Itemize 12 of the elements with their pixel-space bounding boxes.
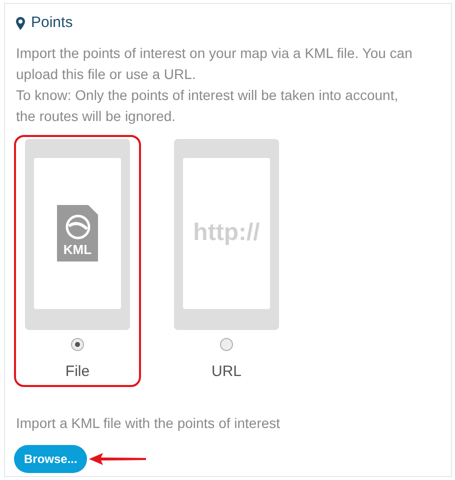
radio-button[interactable] xyxy=(71,338,84,350)
option-label: File xyxy=(65,362,90,382)
option-card[interactable]: KML File xyxy=(14,134,141,386)
panel-title: Points xyxy=(31,13,73,33)
kml-file-icon: KML xyxy=(57,204,98,262)
description-text: To know: Only the points of interest will be taken into account, the routes will be ignored. xyxy=(16,86,400,126)
option-label: URL xyxy=(211,362,242,382)
upload-hint: Import a KML file with the points of interest xyxy=(16,414,282,433)
radio-button[interactable] xyxy=(220,338,233,350)
map-pin-icon xyxy=(16,16,25,30)
description-text: Import the points of interest on your map via a KML file. You can upload this file or use a URL. xyxy=(16,44,414,84)
arrow-icon xyxy=(89,452,148,466)
